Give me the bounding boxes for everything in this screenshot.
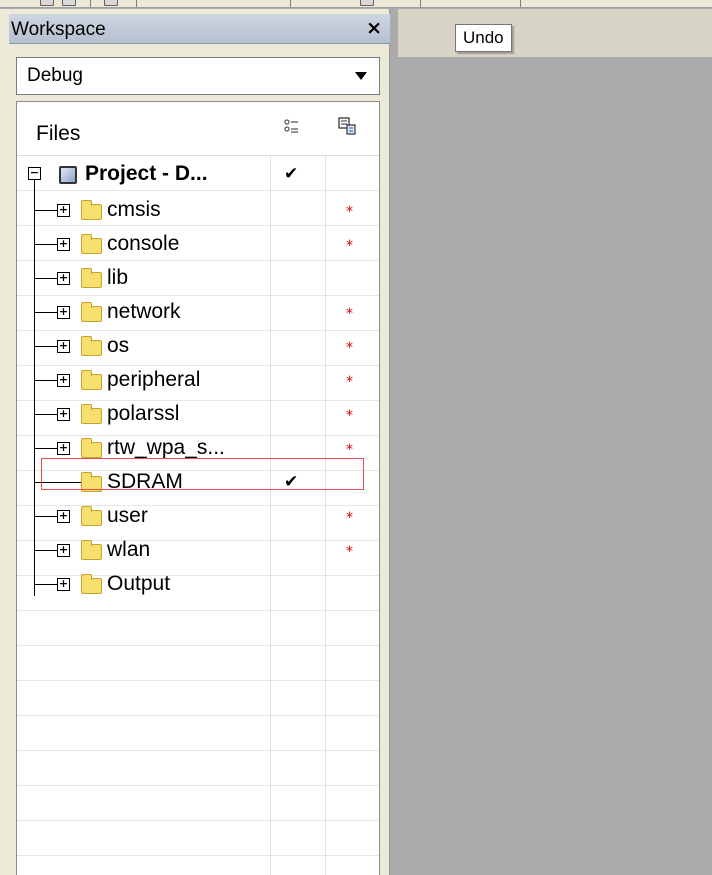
tree-row-polarssl[interactable]: + polarssl * bbox=[17, 398, 379, 432]
folder-icon bbox=[81, 302, 102, 322]
tree-row-output[interactable]: + Output bbox=[17, 568, 379, 602]
undo-tooltip: Undo bbox=[455, 24, 512, 52]
close-icon[interactable]: × bbox=[366, 17, 382, 39]
tree-connector bbox=[34, 312, 57, 313]
expand-icon[interactable]: + bbox=[57, 272, 70, 285]
tree-connector bbox=[34, 244, 57, 245]
project-row[interactable]: − Project - D... ✔ bbox=[17, 158, 379, 192]
tree-row-network[interactable]: + network * bbox=[17, 296, 379, 330]
tree-row-cmsis[interactable]: + cmsis * bbox=[17, 194, 379, 228]
tree-connector bbox=[34, 380, 57, 381]
workspace-panel: Workspace × Debug Files − Project - D...… bbox=[0, 9, 390, 875]
expand-icon[interactable]: + bbox=[57, 578, 70, 591]
tree-connector bbox=[34, 414, 57, 415]
folder-icon bbox=[81, 336, 102, 356]
modified-marker: * bbox=[346, 544, 353, 560]
workspace-title: Workspace bbox=[11, 19, 106, 40]
folder-icon bbox=[81, 234, 102, 254]
tree-connector bbox=[34, 448, 57, 449]
modified-marker: * bbox=[346, 408, 353, 424]
folder-icon bbox=[81, 540, 102, 560]
expand-icon[interactable]: + bbox=[57, 340, 70, 353]
editor-tab-strip bbox=[398, 9, 712, 58]
folder-label[interactable]: rtw_wpa_s... bbox=[107, 436, 225, 460]
folder-icon bbox=[81, 268, 102, 288]
tree-connector bbox=[34, 516, 57, 517]
modified-marker: * bbox=[346, 204, 353, 220]
expand-icon[interactable]: + bbox=[57, 204, 70, 217]
folder-icon bbox=[81, 574, 102, 594]
toolbar-icon[interactable] bbox=[62, 0, 76, 6]
file-tree: Files − Project - D... ✔ + cmsis * + con… bbox=[16, 101, 380, 875]
toolbar-icon[interactable] bbox=[40, 0, 54, 6]
files-column-header[interactable]: Files bbox=[36, 122, 80, 146]
folder-label[interactable]: Output bbox=[107, 572, 170, 596]
modified-marker: * bbox=[346, 306, 353, 322]
folder-label[interactable]: network bbox=[107, 300, 181, 324]
folder-icon bbox=[81, 370, 102, 390]
toolbar-separator bbox=[420, 0, 421, 7]
toolbar-separator bbox=[520, 0, 521, 7]
toolbar-separator bbox=[136, 0, 137, 7]
options-icon[interactable] bbox=[338, 117, 356, 139]
tree-row-peripheral[interactable]: + peripheral * bbox=[17, 364, 379, 398]
expand-icon[interactable]: + bbox=[57, 238, 70, 251]
toolbar-separator bbox=[90, 0, 91, 7]
modified-marker: * bbox=[346, 238, 353, 254]
selection-highlight bbox=[41, 458, 364, 490]
tree-connector bbox=[34, 210, 57, 211]
tree-connector bbox=[34, 346, 57, 347]
editor-area[interactable] bbox=[398, 9, 712, 875]
configuration-value: Debug bbox=[27, 65, 83, 86]
configuration-select[interactable]: Debug bbox=[16, 57, 380, 95]
toolbar-separator bbox=[290, 0, 291, 7]
expand-icon[interactable]: + bbox=[57, 374, 70, 387]
expand-icon[interactable]: + bbox=[57, 442, 70, 455]
folder-label[interactable]: lib bbox=[107, 266, 128, 290]
folder-label[interactable]: console bbox=[107, 232, 179, 256]
checkmark-icon: ✔ bbox=[284, 164, 299, 184]
modified-marker: * bbox=[346, 510, 353, 526]
tree-row-user[interactable]: + user * bbox=[17, 500, 379, 534]
tree-row-os[interactable]: + os * bbox=[17, 330, 379, 364]
folder-icon bbox=[81, 506, 102, 526]
folder-icon bbox=[81, 404, 102, 424]
modified-marker: * bbox=[346, 340, 353, 356]
tree-connector bbox=[34, 584, 57, 585]
folder-label[interactable]: cmsis bbox=[107, 198, 161, 222]
folder-label[interactable]: polarssl bbox=[107, 402, 179, 426]
folder-label[interactable]: wlan bbox=[107, 538, 150, 562]
expand-icon[interactable]: + bbox=[57, 510, 70, 523]
tree-row-lib[interactable]: + lib bbox=[17, 262, 379, 296]
toolbar-icon[interactable] bbox=[104, 0, 118, 6]
collapse-icon[interactable]: − bbox=[28, 167, 41, 180]
project-label[interactable]: Project - D... bbox=[85, 162, 208, 186]
project-icon bbox=[59, 166, 77, 184]
tree-connector bbox=[34, 278, 57, 279]
expand-icon[interactable]: + bbox=[57, 306, 70, 319]
dropdown-arrow-icon[interactable] bbox=[355, 72, 367, 80]
tree-row-wlan[interactable]: + wlan * bbox=[17, 534, 379, 568]
folder-icon bbox=[81, 438, 102, 458]
tree-connector bbox=[34, 550, 57, 551]
expand-icon[interactable]: + bbox=[57, 408, 70, 421]
workspace-header: Workspace × bbox=[9, 14, 390, 44]
folder-label[interactable]: peripheral bbox=[107, 368, 200, 392]
expand-icon[interactable]: + bbox=[57, 544, 70, 557]
modified-marker: * bbox=[346, 374, 353, 390]
folder-label[interactable]: os bbox=[107, 334, 129, 358]
modified-marker: * bbox=[346, 442, 353, 458]
folder-icon bbox=[81, 200, 102, 220]
file-tree-header: Files bbox=[17, 102, 379, 156]
toolbar-strip bbox=[0, 0, 712, 8]
tree-row-console[interactable]: + console * bbox=[17, 228, 379, 262]
folder-label[interactable]: user bbox=[107, 504, 148, 528]
toolbar-icon[interactable] bbox=[360, 0, 374, 6]
build-status-icon[interactable] bbox=[284, 118, 300, 140]
